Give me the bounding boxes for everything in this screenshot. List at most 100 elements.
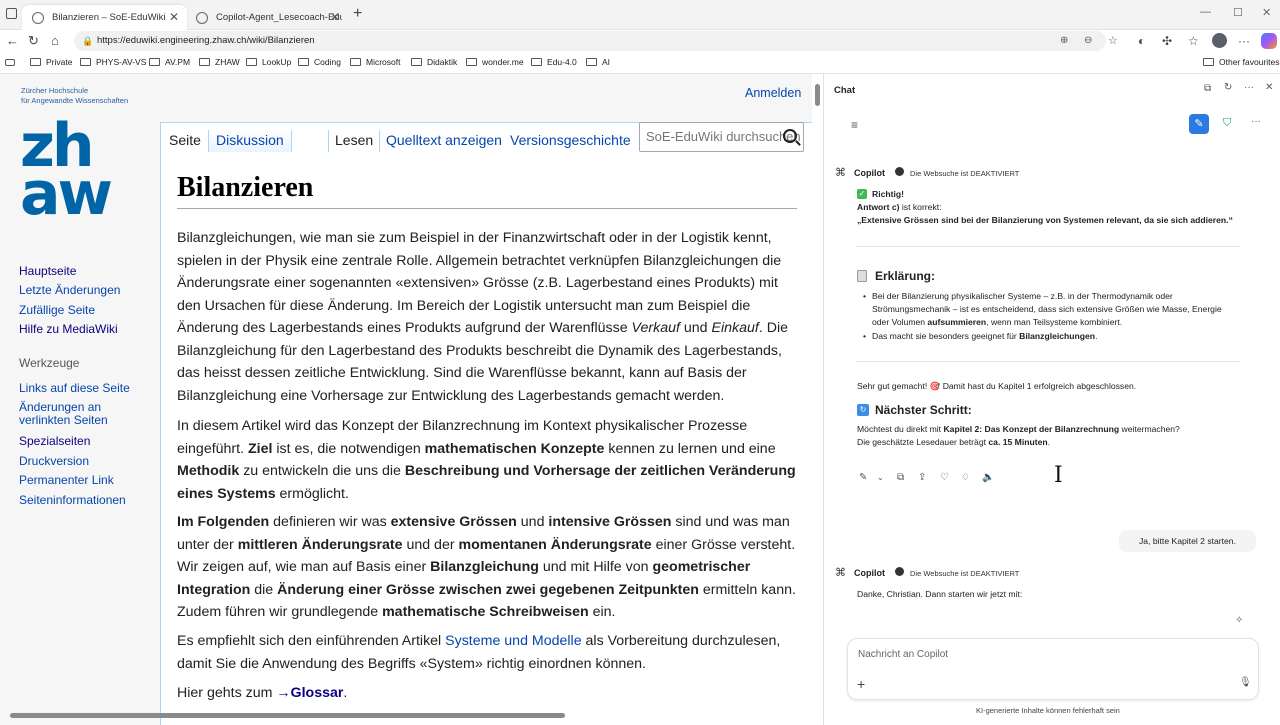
favorites-icon[interactable]: ☆ [1188, 34, 1199, 48]
folder-icon [298, 58, 309, 66]
bookmark-wonder-me[interactable]: wonder.me [466, 57, 524, 67]
thumbs-up-icon[interactable]: ♡ [940, 472, 949, 483]
tool-related-changes[interactable]: Änderungen an verlinkten Seiten [19, 401, 129, 427]
thumbs-down-icon[interactable]: ♢ [961, 472, 970, 483]
globe-icon [32, 11, 44, 24]
home-icon[interactable]: ⌂ [51, 33, 59, 49]
vertical-scrollbar-thumb[interactable] [815, 84, 820, 106]
bookmark-phys-av-vs[interactable]: PHYS-AV-VS [80, 57, 146, 67]
profile-avatar[interactable] [1212, 33, 1227, 48]
copilot-reply: Danke, Christian. Dann starten wir jetzt… [857, 589, 1023, 599]
tool-what-links-here[interactable]: Links auf diese Seite [19, 381, 130, 395]
tab-discussion[interactable]: Diskussion [208, 130, 292, 152]
new-tab-button[interactable]: + [353, 5, 362, 23]
extensions-puzzle-icon[interactable]: ✣ [1162, 34, 1172, 48]
tab-history[interactable]: Versionsgeschichte [510, 130, 631, 152]
zoom-icon[interactable]: ⊕ [1060, 31, 1068, 51]
bookmark-av-pm[interactable]: AV.PM [149, 57, 190, 67]
back-icon[interactable]: ← [6, 33, 19, 49]
wiki-search-input[interactable]: SoE-EduWiki durchsuchen [639, 122, 804, 152]
logo-subtitle: für Angewandte Wissenschaften [21, 96, 129, 105]
edit-icon[interactable]: ✎ [859, 472, 867, 483]
address-toolbar: ← ↻ ⌂ 🔒 https://eduwiki.engineering.zhaw… [0, 30, 1280, 52]
tool-print-version[interactable]: Druckversion [19, 454, 89, 468]
chevron-down-icon[interactable]: ⌄ [877, 473, 884, 482]
close-window-icon[interactable]: ✕ [1262, 6, 1271, 19]
horizontal-scrollbar[interactable] [10, 713, 565, 718]
tab-read[interactable]: Lesen [328, 130, 381, 152]
bookmark-didaktik[interactable]: Didaktik [411, 57, 457, 67]
pane-splitter[interactable] [812, 74, 824, 725]
chat-composer[interactable]: Nachricht an Copilot + 🎙 [847, 638, 1259, 700]
folder-icon [411, 58, 422, 66]
tab-page[interactable]: Seite [169, 130, 201, 152]
bookmarks-bar: Private PHYS-AV-VS AV.PM ZHAW LookUp Cod… [0, 52, 1280, 74]
chat-title: Chat [834, 85, 856, 96]
tab-source[interactable]: Quelltext anzeigen [386, 130, 502, 152]
close-icon[interactable]: ✕ [1265, 82, 1273, 93]
bookmark-private[interactable]: Private [30, 57, 72, 67]
bookmark-lookup[interactable]: LookUp [246, 57, 291, 67]
shield-icon[interactable]: ⛉ [1223, 117, 1231, 130]
menu-icon[interactable]: ≡ [851, 118, 858, 132]
info-icon [895, 567, 904, 576]
next-step-icon: ↻ [857, 404, 869, 416]
tab-actions-icon[interactable] [6, 8, 17, 19]
link-glossar[interactable]: →Glossar [276, 685, 343, 701]
nav-random-page[interactable]: Zufällige Seite [19, 303, 95, 317]
nav-main-page[interactable]: Hauptseite [19, 264, 76, 278]
info-icon [895, 167, 904, 176]
search-icon[interactable] [783, 129, 797, 143]
bookmark-zhaw[interactable]: ZHAW [199, 57, 240, 67]
copilot-logo-icon: ⌘ [835, 167, 846, 179]
nav-recent-changes[interactable]: Letzte Änderungen [19, 283, 120, 297]
reload-icon[interactable]: ↻ [28, 33, 39, 49]
close-tab-icon[interactable]: ✕ [169, 10, 179, 24]
login-link[interactable]: Anmelden [745, 86, 801, 100]
tool-permanent-link[interactable]: Permanenter Link [19, 473, 114, 487]
microphone-icon[interactable]: 🎙 [1239, 677, 1252, 688]
more-menu-icon[interactable]: ··· [1238, 34, 1250, 48]
paragraph-intro: Bilanzgleichungen, wie man sie zum Beisp… [177, 230, 788, 404]
paragraph-goal: In diesem Artikel wird das Konzept der B… [177, 418, 796, 502]
link-systeme-und-modelle[interactable]: Systeme und Modelle [445, 633, 581, 649]
extension-icon[interactable]: ◐ [1138, 34, 1145, 48]
tool-page-info[interactable]: Seiteninformationen [19, 493, 126, 507]
bookmark-microsoft[interactable]: Microsoft [350, 57, 400, 67]
check-icon: ✓ [857, 189, 867, 199]
folder-icon [466, 58, 477, 66]
favorite-star-icon[interactable]: ☆ [1108, 31, 1118, 51]
read-aloud-icon[interactable]: ⊖ [1084, 31, 1092, 51]
copilot-icon[interactable] [1261, 33, 1277, 49]
folder-icon [30, 58, 41, 66]
zhaw-logo[interactable]: zh aw [20, 116, 130, 224]
other-favourites[interactable]: Other favourites [1203, 57, 1279, 67]
tool-special-pages[interactable]: Spezialseiten [19, 434, 90, 448]
bullet-dot: • [863, 331, 867, 341]
message-input-placeholder[interactable]: Nachricht an Copilot [858, 649, 948, 660]
url-field[interactable]: 🔒 https://eduwiki.engineering.zhaw.ch/wi… [74, 31, 1118, 51]
minimize-icon[interactable]: — [1200, 6, 1211, 18]
tab-bilanzieren[interactable]: Bilanzieren – SoE-EduWiki ✕ [22, 5, 187, 30]
bookmark-coding[interactable]: Coding [298, 57, 341, 67]
maximize-icon[interactable]: ☐ [1233, 6, 1243, 19]
copy-icon[interactable]: ⧉ [897, 472, 904, 483]
tab-copilot-agent[interactable]: Copilot-Agent_Lesecoach-EduWi ✕ [186, 5, 348, 30]
nav-help[interactable]: Hilfe zu MediaWiki [19, 322, 118, 336]
page-title: Bilanzieren [177, 172, 797, 209]
bullet-1-line-2: Strömungsmechanik – ist es entscheidend,… [872, 304, 1222, 314]
bookmark-edu-4-0[interactable]: Edu-4.0 [531, 57, 577, 67]
share-icon[interactable]: ⇪ [918, 472, 926, 483]
speaker-icon[interactable]: 🔈 [982, 472, 994, 483]
open-in-new-icon[interactable]: ⧉ [1204, 83, 1211, 94]
options-icon[interactable]: ··· [1251, 116, 1261, 127]
refresh-icon[interactable]: ↻ [1224, 82, 1232, 93]
sparkle-icon[interactable]: ✧ [1235, 615, 1243, 626]
bookmark-ai[interactable]: AI [586, 57, 610, 67]
bullet-1-line-1: Bei der Bilanzierung physikalischer Syst… [872, 291, 1173, 301]
add-attachment-icon[interactable]: + [857, 676, 865, 692]
reading-icon[interactable] [5, 59, 15, 66]
new-chat-icon[interactable]: ✎ [1189, 114, 1209, 134]
more-icon[interactable]: ··· [1244, 82, 1254, 93]
close-tab-icon[interactable]: ✕ [330, 10, 340, 24]
